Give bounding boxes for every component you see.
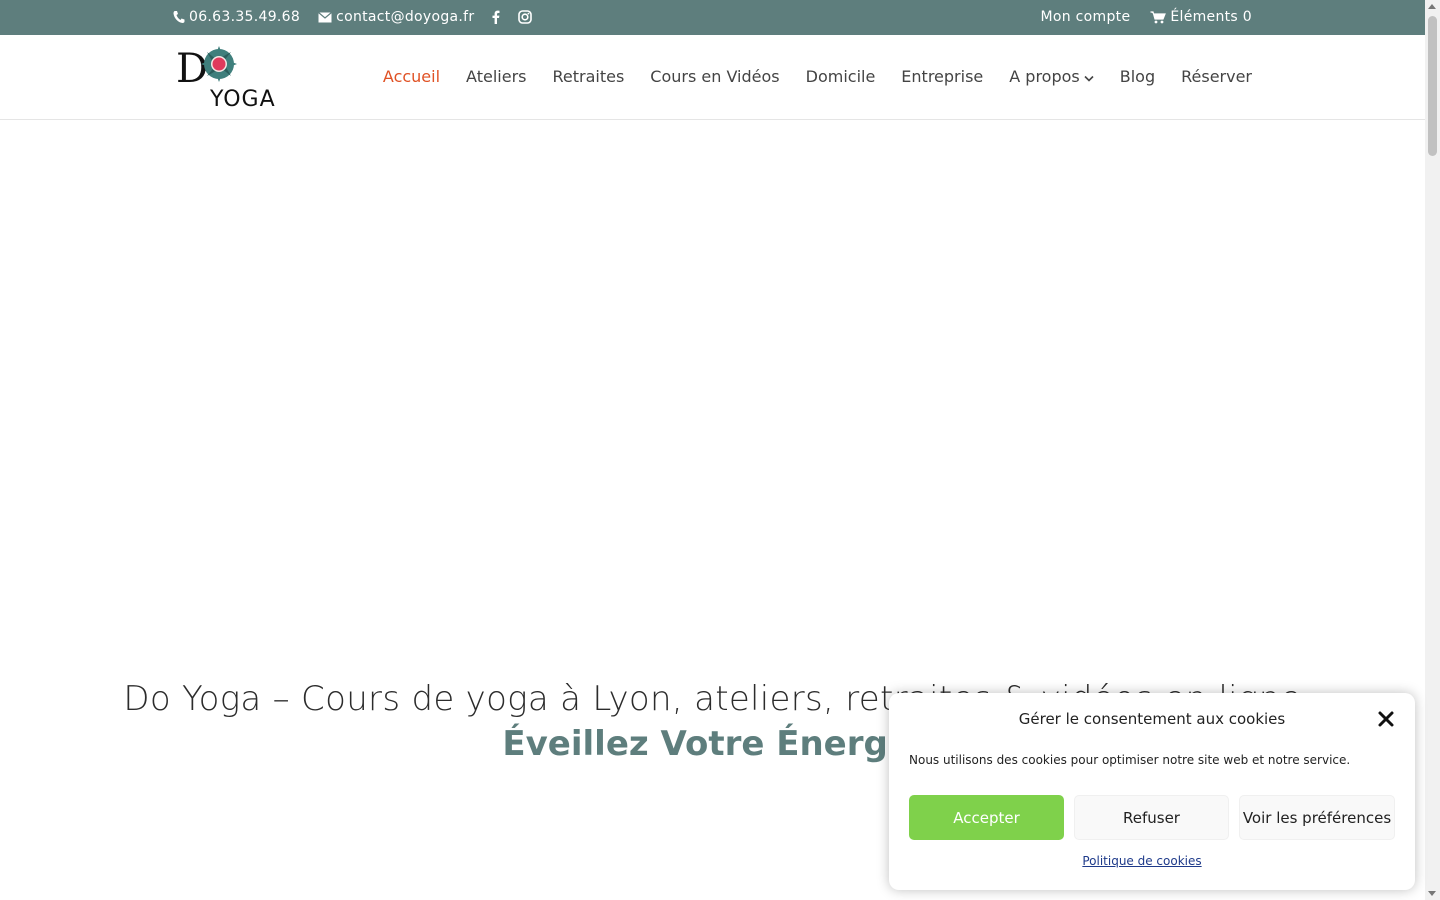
nav-item-entreprise[interactable]: Entreprise: [901, 67, 983, 86]
page-scrollbar[interactable]: [1425, 0, 1440, 900]
nav-item-a-propos-label: A propos: [1009, 67, 1080, 86]
nav-item-domicile[interactable]: Domicile: [806, 67, 876, 86]
nav-item-reserver[interactable]: Réserver: [1181, 67, 1252, 86]
nav-item-a-propos[interactable]: A propos: [1009, 67, 1094, 86]
cookie-consent-dialog: Gérer le consentement aux cookies Nous u…: [889, 693, 1415, 890]
email-link[interactable]: contact@doyoga.fr: [318, 9, 474, 25]
accept-cookies-button[interactable]: Accepter: [909, 795, 1064, 840]
scroll-up-arrow-icon[interactable]: [1428, 4, 1436, 9]
close-icon[interactable]: [1377, 710, 1395, 728]
nav-item-blog[interactable]: Blog: [1120, 67, 1155, 86]
cookie-dialog-title: Gérer le consentement aux cookies: [1018, 710, 1286, 728]
logo-word-yoga: YOGA: [209, 87, 276, 110]
email-address: contact@doyoga.fr: [336, 9, 475, 25]
site-logo[interactable]: D YOGA: [176, 44, 291, 112]
phone-number: 06.63.35.49.68: [189, 9, 301, 25]
instagram-icon: [518, 10, 533, 24]
main-header: D YOGA Accueil Ateliers Retraites Cours …: [0, 35, 1425, 120]
envelope-icon: [318, 11, 332, 23]
phone-link[interactable]: 06.63.35.49.68: [173, 9, 300, 25]
cart-link[interactable]: Éléments 0: [1150, 9, 1252, 25]
instagram-link[interactable]: [518, 10, 533, 24]
chevron-down-icon: [1084, 67, 1094, 86]
nav-item-retraites[interactable]: Retraites: [552, 67, 624, 86]
scrollbar-thumb[interactable]: [1428, 16, 1437, 156]
cookie-policy-link[interactable]: Politique de cookies: [889, 854, 1395, 868]
cart-count-label: Éléments 0: [1170, 9, 1252, 25]
top-bar-account: Mon compte Éléments 0: [1041, 9, 1252, 25]
facebook-icon: [492, 10, 500, 24]
logo-letter-d: D: [176, 46, 208, 92]
facebook-link[interactable]: [492, 10, 500, 24]
view-preferences-button[interactable]: Voir les préférences: [1239, 795, 1395, 840]
main-nav: Accueil Ateliers Retraites Cours en Vidé…: [383, 67, 1252, 86]
phone-icon: [173, 10, 185, 24]
logo-mark: D YOGA: [176, 46, 276, 112]
nav-item-accueil[interactable]: Accueil: [383, 67, 440, 86]
nav-item-ateliers[interactable]: Ateliers: [466, 67, 526, 86]
top-bar: 06.63.35.49.68 contact@doyoga.fr Mon com…: [0, 0, 1425, 35]
cookie-dialog-text: Nous utilisons des cookies pour optimise…: [909, 753, 1351, 767]
refuse-cookies-button[interactable]: Refuser: [1074, 795, 1229, 840]
top-bar-contacts: 06.63.35.49.68 contact@doyoga.fr: [173, 9, 533, 25]
cart-icon: [1150, 10, 1167, 24]
nav-item-cours-videos[interactable]: Cours en Vidéos: [650, 67, 779, 86]
scroll-down-arrow-icon[interactable]: [1428, 891, 1436, 896]
account-link[interactable]: Mon compte: [1041, 9, 1131, 25]
